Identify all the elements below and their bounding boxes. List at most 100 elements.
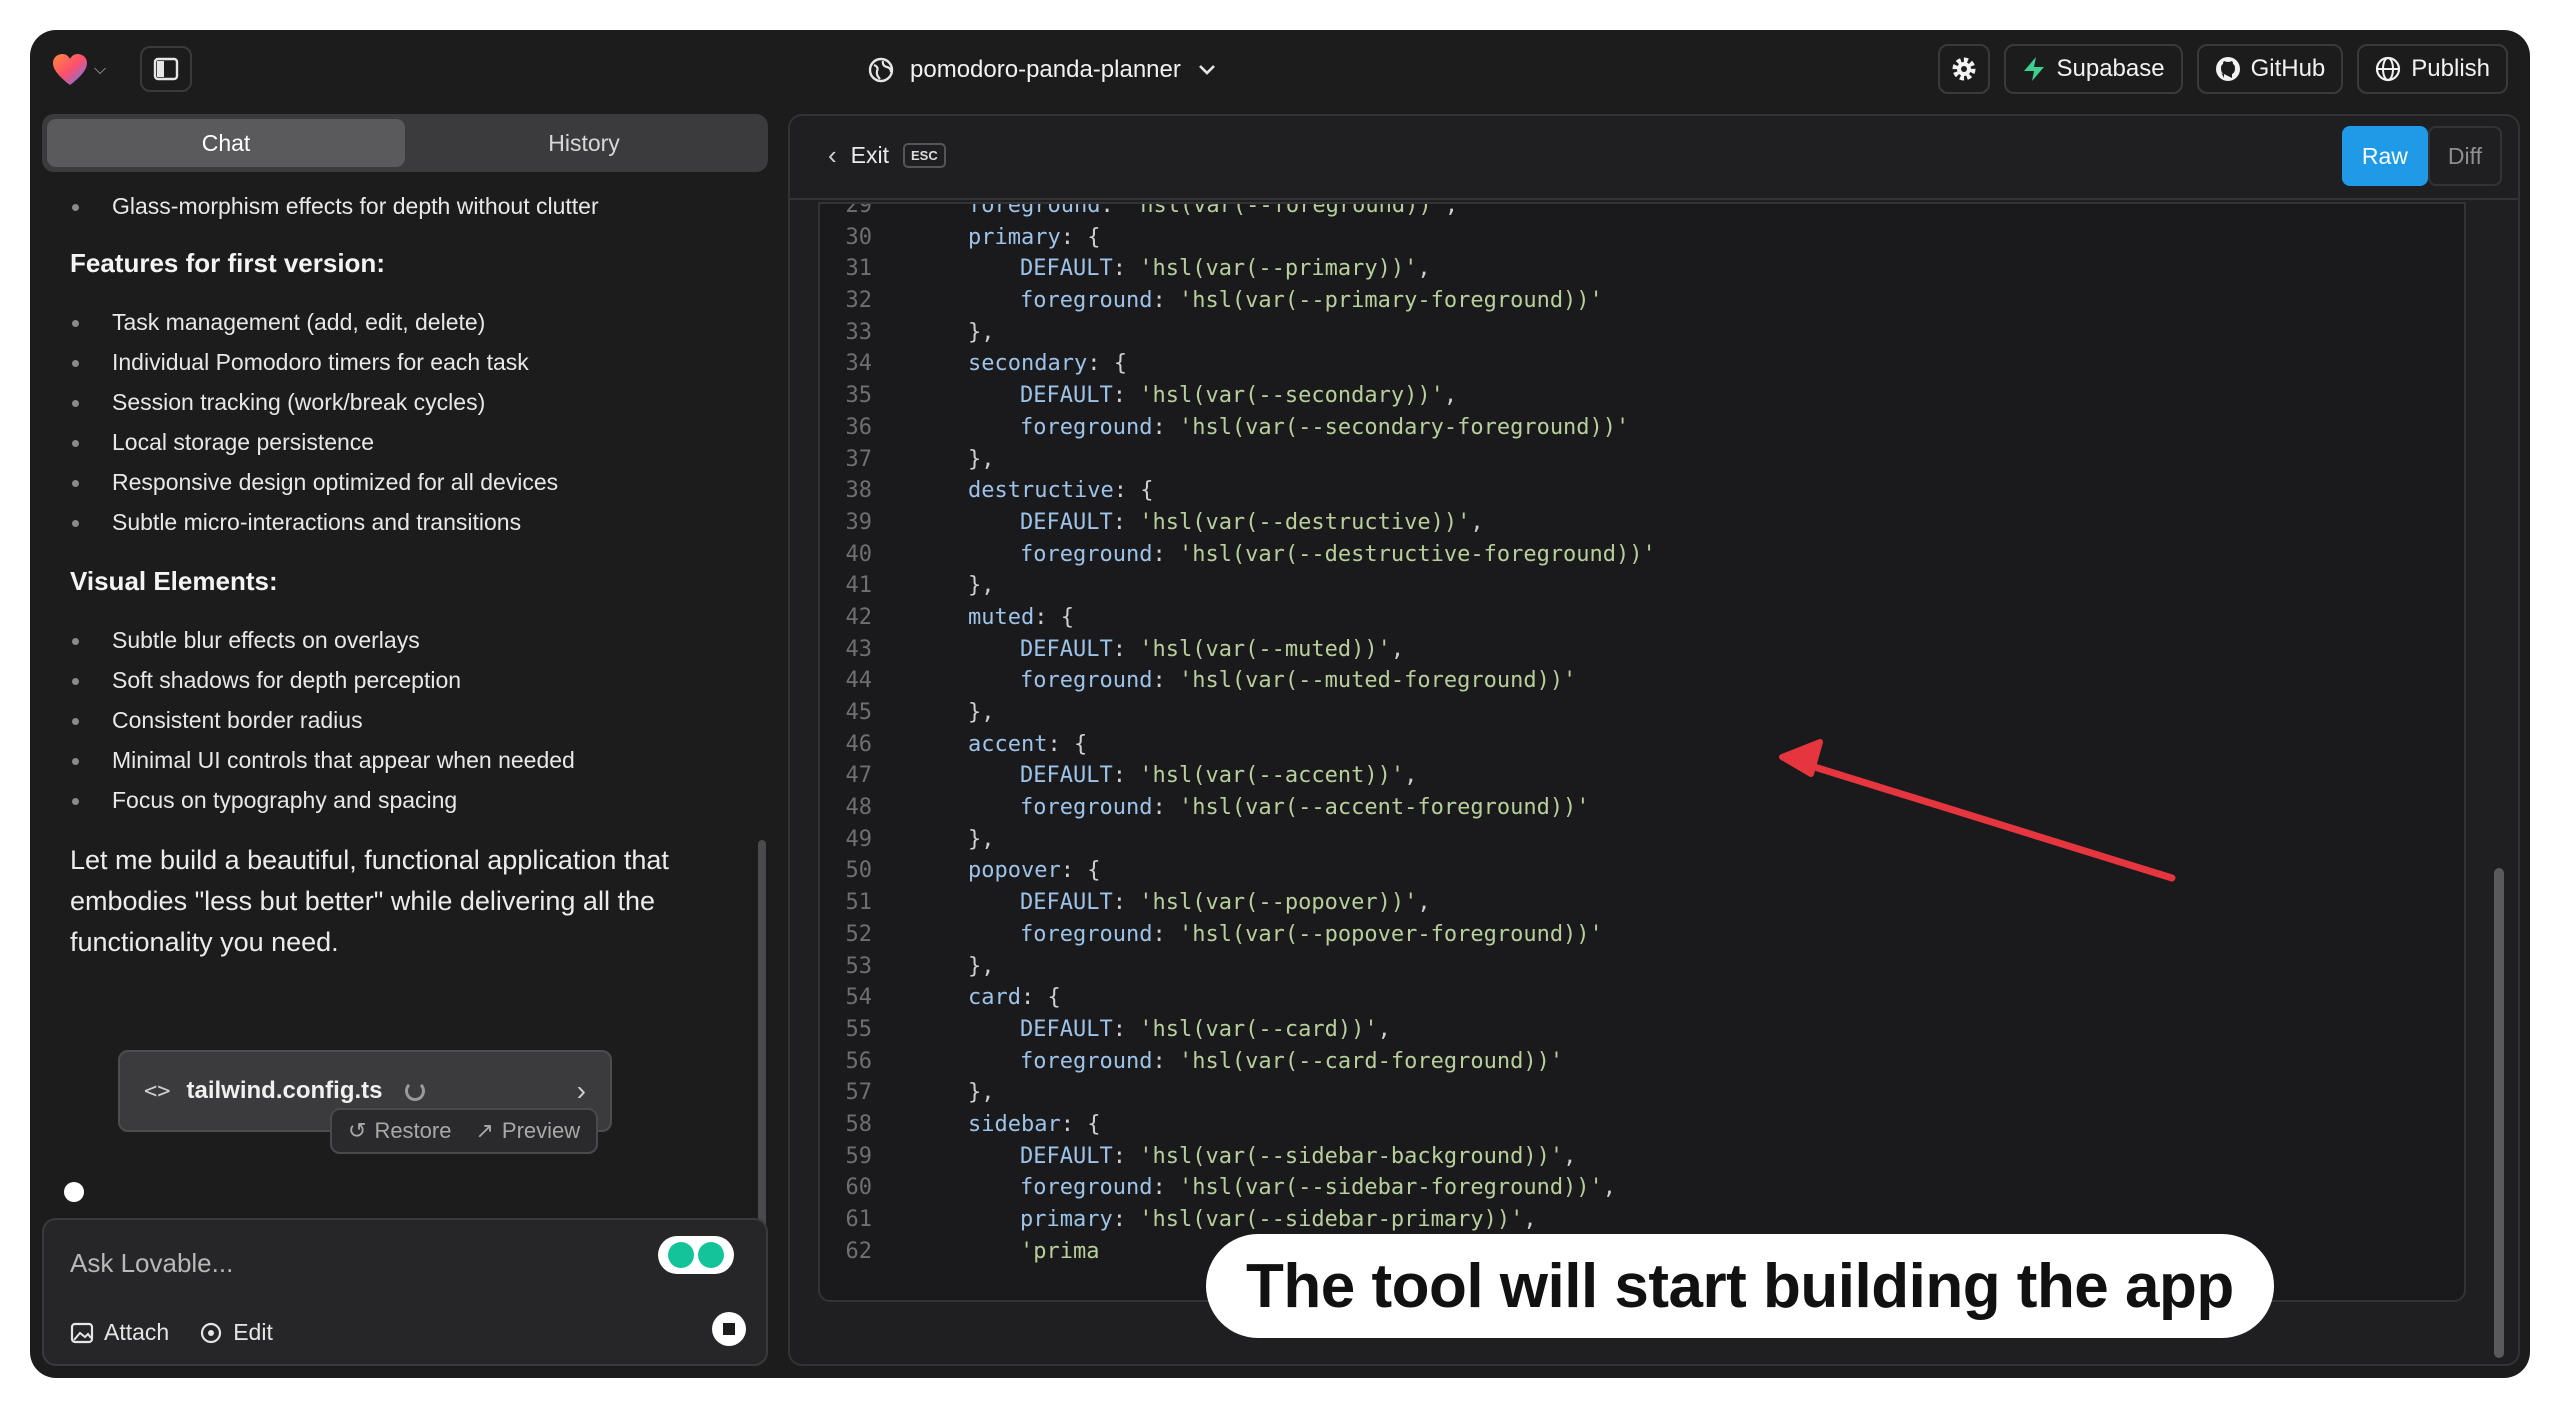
code-line: 31 DEFAULT: 'hsl(var(--primary))', xyxy=(820,253,2464,285)
chat-composer[interactable]: Ask Lovable... Attach Edit xyxy=(42,1218,768,1366)
chat-scrollbar[interactable] xyxy=(758,840,766,1230)
code-line: 42 muted: { xyxy=(820,602,2464,634)
code-lines: 29 foreground: 'hsl(var(--foreground))', 3… xyxy=(820,204,2464,1267)
tab-chat[interactable]: Chat xyxy=(47,119,405,167)
visual-heading: Visual Elements: xyxy=(70,566,278,596)
code-line: 32 foreground: 'hsl(var(--primary-foregro… xyxy=(820,285,2464,317)
code-line: 56 foreground: 'hsl(var(--card-foreground… xyxy=(820,1046,2464,1078)
code-line: 44 foreground: 'hsl(var(--muted-foregroun… xyxy=(820,665,2464,697)
code-line: 46 accent: { xyxy=(820,729,2464,761)
code-line: 58 sidebar: { xyxy=(820,1109,2464,1141)
assistant-message: Let me build a beautiful, functional app… xyxy=(70,845,669,957)
tab-history[interactable]: History xyxy=(405,119,763,167)
stop-button[interactable] xyxy=(712,1312,746,1346)
stop-icon xyxy=(723,1323,735,1335)
github-label: GitHub xyxy=(2250,55,2326,82)
code-line: 59 DEFAULT: 'hsl(var(--sidebar-background… xyxy=(820,1141,2464,1173)
line-number: 38 xyxy=(845,478,873,504)
app-window: ⌵ pomodoro-panda-planner Supabase GitHub xyxy=(30,30,2530,1378)
line-number: 61 xyxy=(845,1207,873,1232)
code-text: }, xyxy=(968,953,995,979)
code-text: }, xyxy=(968,1080,995,1106)
code-scrollbar[interactable] xyxy=(2494,868,2504,1358)
line-number: 42 xyxy=(845,604,873,630)
line-number: 55 xyxy=(845,1016,873,1042)
code-text: sidebar: { xyxy=(968,1111,1101,1137)
code-line: 45}, xyxy=(820,697,2464,729)
exit-button[interactable]: ‹ Exit ESC xyxy=(828,140,946,171)
list-item: Minimal UI controls that appear when nee… xyxy=(62,740,768,780)
image-icon xyxy=(70,1322,94,1343)
chevron-left-icon: ‹ xyxy=(828,140,837,170)
loading-spinner-icon xyxy=(404,1081,425,1101)
line-number: 41 xyxy=(845,573,873,599)
line-number: 37 xyxy=(845,446,873,472)
line-number: 54 xyxy=(845,985,873,1011)
restore-button[interactable]: ↺ Restore xyxy=(348,1118,451,1144)
line-number: 53 xyxy=(845,953,873,979)
sidebar-icon xyxy=(153,57,179,81)
code-editor[interactable]: 29 foreground: 'hsl(var(--foreground))', 3… xyxy=(818,202,2466,1302)
publish-label: Publish xyxy=(2411,55,2490,82)
visual-list: Subtle blur effects on overlays Soft sha… xyxy=(62,620,768,820)
project-menu-button[interactable]: ⌵ xyxy=(52,50,112,90)
code-text: DEFAULT: 'hsl(var(--secondary))', xyxy=(1020,383,1458,409)
code-text: }, xyxy=(968,319,995,345)
publish-button[interactable]: Publish xyxy=(2357,44,2508,94)
code-line: 60 foreground: 'hsl(var(--sidebar-foregro… xyxy=(820,1172,2464,1204)
grammarly-icon[interactable] xyxy=(658,1236,734,1274)
edit-button[interactable]: Edit xyxy=(199,1319,273,1346)
gear-icon xyxy=(1952,57,1976,81)
github-button[interactable]: GitHub xyxy=(2196,44,2344,94)
settings-button[interactable] xyxy=(1938,44,1991,94)
globe-icon xyxy=(2376,56,2401,82)
project-selector[interactable]: pomodoro-panda-planner xyxy=(868,50,1217,90)
features-heading: Features for first version: xyxy=(70,248,385,278)
code-line: 33}, xyxy=(820,317,2464,349)
line-number: 36 xyxy=(845,414,873,440)
top-actions: Supabase GitHub Publish xyxy=(1938,44,2508,94)
globe-icon xyxy=(868,57,894,83)
line-number: 49 xyxy=(845,826,873,852)
code-text: DEFAULT: 'hsl(var(--destructive))', xyxy=(1020,509,1484,535)
supabase-button[interactable]: Supabase xyxy=(2004,44,2183,94)
code-text: secondary: { xyxy=(968,351,1127,377)
attach-button[interactable]: Attach xyxy=(70,1319,169,1346)
code-text: DEFAULT: 'hsl(var(--card))', xyxy=(1020,1016,1391,1042)
code-line: 52 foreground: 'hsl(var(--popover-foregro… xyxy=(820,919,2464,951)
code-line: 35 DEFAULT: 'hsl(var(--secondary))', xyxy=(820,380,2464,412)
attach-label: Attach xyxy=(104,1319,170,1345)
code-line: 57}, xyxy=(820,1077,2464,1109)
code-line: 39 DEFAULT: 'hsl(var(--destructive))', xyxy=(820,507,2464,539)
diff-mode-button[interactable]: Diff xyxy=(2427,126,2502,186)
chevron-down-icon xyxy=(1198,65,1215,75)
github-icon xyxy=(2215,57,2240,81)
preview-button[interactable]: ↗ Preview xyxy=(475,1118,580,1144)
line-number: 58 xyxy=(845,1111,873,1137)
code-text: DEFAULT: 'hsl(var(--accent))', xyxy=(1020,763,1418,789)
code-line: 37}, xyxy=(820,444,2464,476)
code-line: 34 secondary: { xyxy=(820,348,2464,380)
list-item: Task management (add, edit, delete) xyxy=(62,302,768,342)
code-line: 53}, xyxy=(820,951,2464,983)
raw-mode-button[interactable]: Raw xyxy=(2341,126,2428,186)
bullet-list: Glass-morphism effects for depth without… xyxy=(62,186,768,226)
line-number: 50 xyxy=(845,858,873,884)
chat-input[interactable]: Ask Lovable... xyxy=(70,1248,233,1279)
sidebar-toggle-button[interactable] xyxy=(140,46,192,92)
code-text: primary: { xyxy=(968,224,1101,250)
code-text: DEFAULT: 'hsl(var(--popover))', xyxy=(1020,890,1431,916)
file-actions: ↺ Restore ↗ Preview xyxy=(330,1108,599,1154)
composer-actions: Attach Edit xyxy=(70,1319,273,1346)
code-text: primary: 'hsl(var(--sidebar-primary))', xyxy=(1020,1207,1537,1232)
line-number: 47 xyxy=(845,763,873,789)
code-text: }, xyxy=(968,573,995,599)
list-item: Responsive design optimized for all devi… xyxy=(62,462,768,502)
typing-indicator xyxy=(64,1182,84,1202)
code-line: 54 card: { xyxy=(820,982,2464,1014)
code-line: 36 foreground: 'hsl(var(--secondary-foreg… xyxy=(820,412,2464,444)
code-text: }, xyxy=(968,446,995,472)
code-line: 43 DEFAULT: 'hsl(var(--muted))', xyxy=(820,634,2464,666)
chevron-down-icon: ⌵ xyxy=(94,61,107,78)
features-list: Task management (add, edit, delete) Indi… xyxy=(62,302,768,542)
